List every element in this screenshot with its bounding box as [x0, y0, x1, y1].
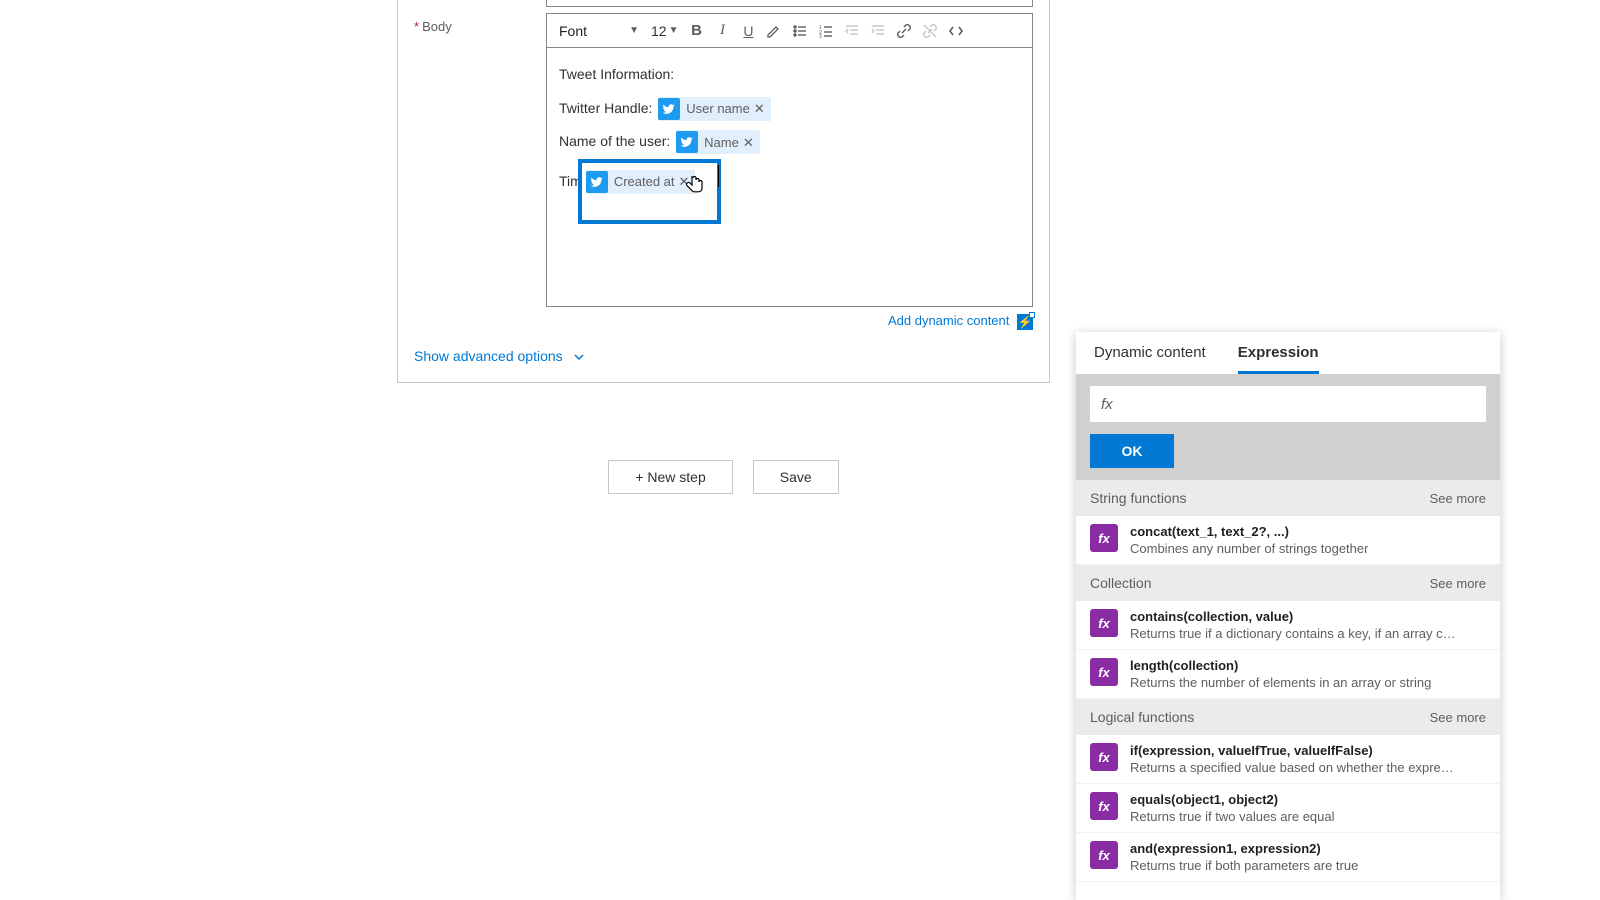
function-description: Combines any number of strings together [1130, 541, 1368, 556]
underline-button[interactable]: U [736, 19, 760, 43]
unlink-icon[interactable] [918, 19, 942, 43]
function-signature: equals(object1, object2) [1130, 792, 1335, 807]
outdent-icon[interactable] [840, 19, 864, 43]
close-icon[interactable]: ✕ [754, 93, 765, 124]
token-name[interactable]: Name ✕ [676, 130, 760, 154]
token-label: Created at [614, 166, 675, 197]
link-icon[interactable] [892, 19, 916, 43]
function-signature: if(expression, valueIfTrue, valueIfFalse… [1130, 743, 1460, 758]
body-editor[interactable]: Tweet Information: Twitter Handle: User … [546, 47, 1033, 307]
function-item[interactable]: fx contains(collection, value) Returns tru… [1076, 601, 1500, 650]
section-header: Collection See more [1076, 565, 1500, 601]
twitter-icon [586, 171, 608, 193]
editor-line-4: Tim Created at ✕ [559, 159, 1020, 225]
function-item[interactable]: fx length(collection) Returns the number o… [1076, 650, 1500, 699]
bullets-icon[interactable] [788, 19, 812, 43]
function-description: Returns the number of elements in an arr… [1130, 675, 1431, 690]
function-signature: and(expression1, expression2) [1130, 841, 1358, 856]
ok-button[interactable]: OK [1090, 434, 1174, 468]
token-label: User name [686, 93, 750, 124]
svg-text:3: 3 [819, 34, 822, 39]
section-header: String functions See more [1076, 480, 1500, 516]
new-step-button[interactable]: + New step [608, 460, 732, 494]
editor-line-1: Tweet Information: [559, 58, 1020, 92]
section-header: Logical functions See more [1076, 699, 1500, 735]
chevron-down-icon [573, 351, 585, 363]
font-dropdown[interactable]: Font ▼ [553, 21, 645, 41]
see-more-link[interactable]: See more [1430, 576, 1486, 591]
token-created-at[interactable]: Created at ✕ [586, 170, 696, 194]
fx-icon: fx [1101, 396, 1113, 413]
expression-entry-area: fx OK [1076, 374, 1500, 480]
save-button[interactable]: Save [753, 460, 839, 494]
see-more-link[interactable]: See more [1430, 491, 1486, 506]
section-title: Logical functions [1090, 709, 1194, 725]
body-label: Body [414, 13, 546, 34]
function-description: Returns true if both parameters are true [1130, 858, 1358, 873]
editor-line-2: Twitter Handle: User name ✕ [559, 92, 1020, 126]
expression-input[interactable]: fx [1090, 386, 1486, 422]
twitter-icon [658, 98, 680, 120]
tab-dynamic-content[interactable]: Dynamic content [1094, 344, 1206, 374]
fx-icon: fx [1090, 609, 1118, 637]
fx-icon: fx [1090, 792, 1118, 820]
see-more-link[interactable]: See more [1430, 710, 1486, 725]
function-description: Returns a specified value based on wheth… [1130, 760, 1460, 775]
subject-row: Subject Someone has mentioned Power Auto… [398, 0, 1049, 7]
function-item[interactable]: fx and(expression1, expression2) Returns t… [1076, 833, 1500, 882]
close-icon[interactable]: ✕ [743, 127, 754, 158]
highlight-icon[interactable] [762, 19, 786, 43]
body-editor-row: Tweet Information: Twitter Handle: User … [398, 47, 1049, 307]
body-row-toolbar: Body Font ▼ 12 ▼ B I U 123 [398, 7, 1049, 47]
fx-icon: fx [1090, 743, 1118, 771]
function-item[interactable]: fx equals(object1, object2) Returns true i… [1076, 784, 1500, 833]
expression-flyout: Dynamic content Expression fx OK String … [1076, 332, 1500, 900]
function-list[interactable]: String functions See more fx concat(text_1,… [1076, 480, 1500, 900]
section-title: Collection [1090, 575, 1151, 591]
font-size-value: 12 [651, 23, 667, 39]
add-dynamic-content-row: Add dynamic content ⚡ [398, 307, 1049, 330]
font-size-dropdown[interactable]: 12 ▼ [647, 21, 682, 41]
selected-token-box: Created at ✕ [578, 159, 722, 225]
designer-footer: + New step Save [397, 460, 1050, 494]
chevron-down-icon: ▼ [669, 25, 679, 36]
italic-button[interactable]: I [710, 19, 734, 43]
indent-icon[interactable] [866, 19, 890, 43]
token-label: Name [704, 127, 739, 158]
bold-button[interactable]: B [684, 19, 708, 43]
email-action-card: Subject Someone has mentioned Power Auto… [397, 0, 1050, 383]
twitter-icon [676, 131, 698, 153]
token-user-name[interactable]: User name ✕ [658, 97, 770, 121]
function-item[interactable]: fx concat(text_1, text_2?, ...) Combines a… [1076, 516, 1500, 565]
function-item[interactable]: fx if(expression, valueIfTrue, valueIfFal… [1076, 735, 1500, 784]
font-dropdown-label: Font [559, 23, 587, 39]
advanced-options-row: Show advanced options [398, 330, 1049, 368]
fx-icon: fx [1090, 524, 1118, 552]
function-description: Returns true if two values are equal [1130, 809, 1335, 824]
tab-expression[interactable]: Expression [1238, 344, 1319, 374]
editor-line-3: Name of the user: Name ✕ [559, 125, 1020, 159]
numbering-icon[interactable]: 123 [814, 19, 838, 43]
close-icon[interactable]: ✕ [679, 166, 690, 197]
text-caret [718, 165, 719, 187]
show-advanced-options-link[interactable]: Show advanced options [414, 348, 585, 364]
fx-icon: fx [1090, 841, 1118, 869]
rich-text-toolbar: Font ▼ 12 ▼ B I U 123 [546, 13, 1033, 47]
dynamic-content-icon: ⚡ [1017, 314, 1033, 330]
function-signature: contains(collection, value) [1130, 609, 1460, 624]
code-view-icon[interactable] [944, 19, 968, 43]
function-description: Returns true if a dictionary contains a … [1130, 626, 1460, 641]
function-signature: length(collection) [1130, 658, 1431, 673]
flyout-tabs: Dynamic content Expression [1076, 332, 1500, 374]
fx-icon: fx [1090, 658, 1118, 686]
add-dynamic-content-link[interactable]: Add dynamic content ⚡ [888, 313, 1033, 328]
chevron-down-icon: ▼ [629, 25, 639, 36]
subject-input[interactable]: Someone has mentioned Power Automate on … [546, 0, 1033, 7]
function-signature: concat(text_1, text_2?, ...) [1130, 524, 1368, 539]
section-title: String functions [1090, 490, 1187, 506]
